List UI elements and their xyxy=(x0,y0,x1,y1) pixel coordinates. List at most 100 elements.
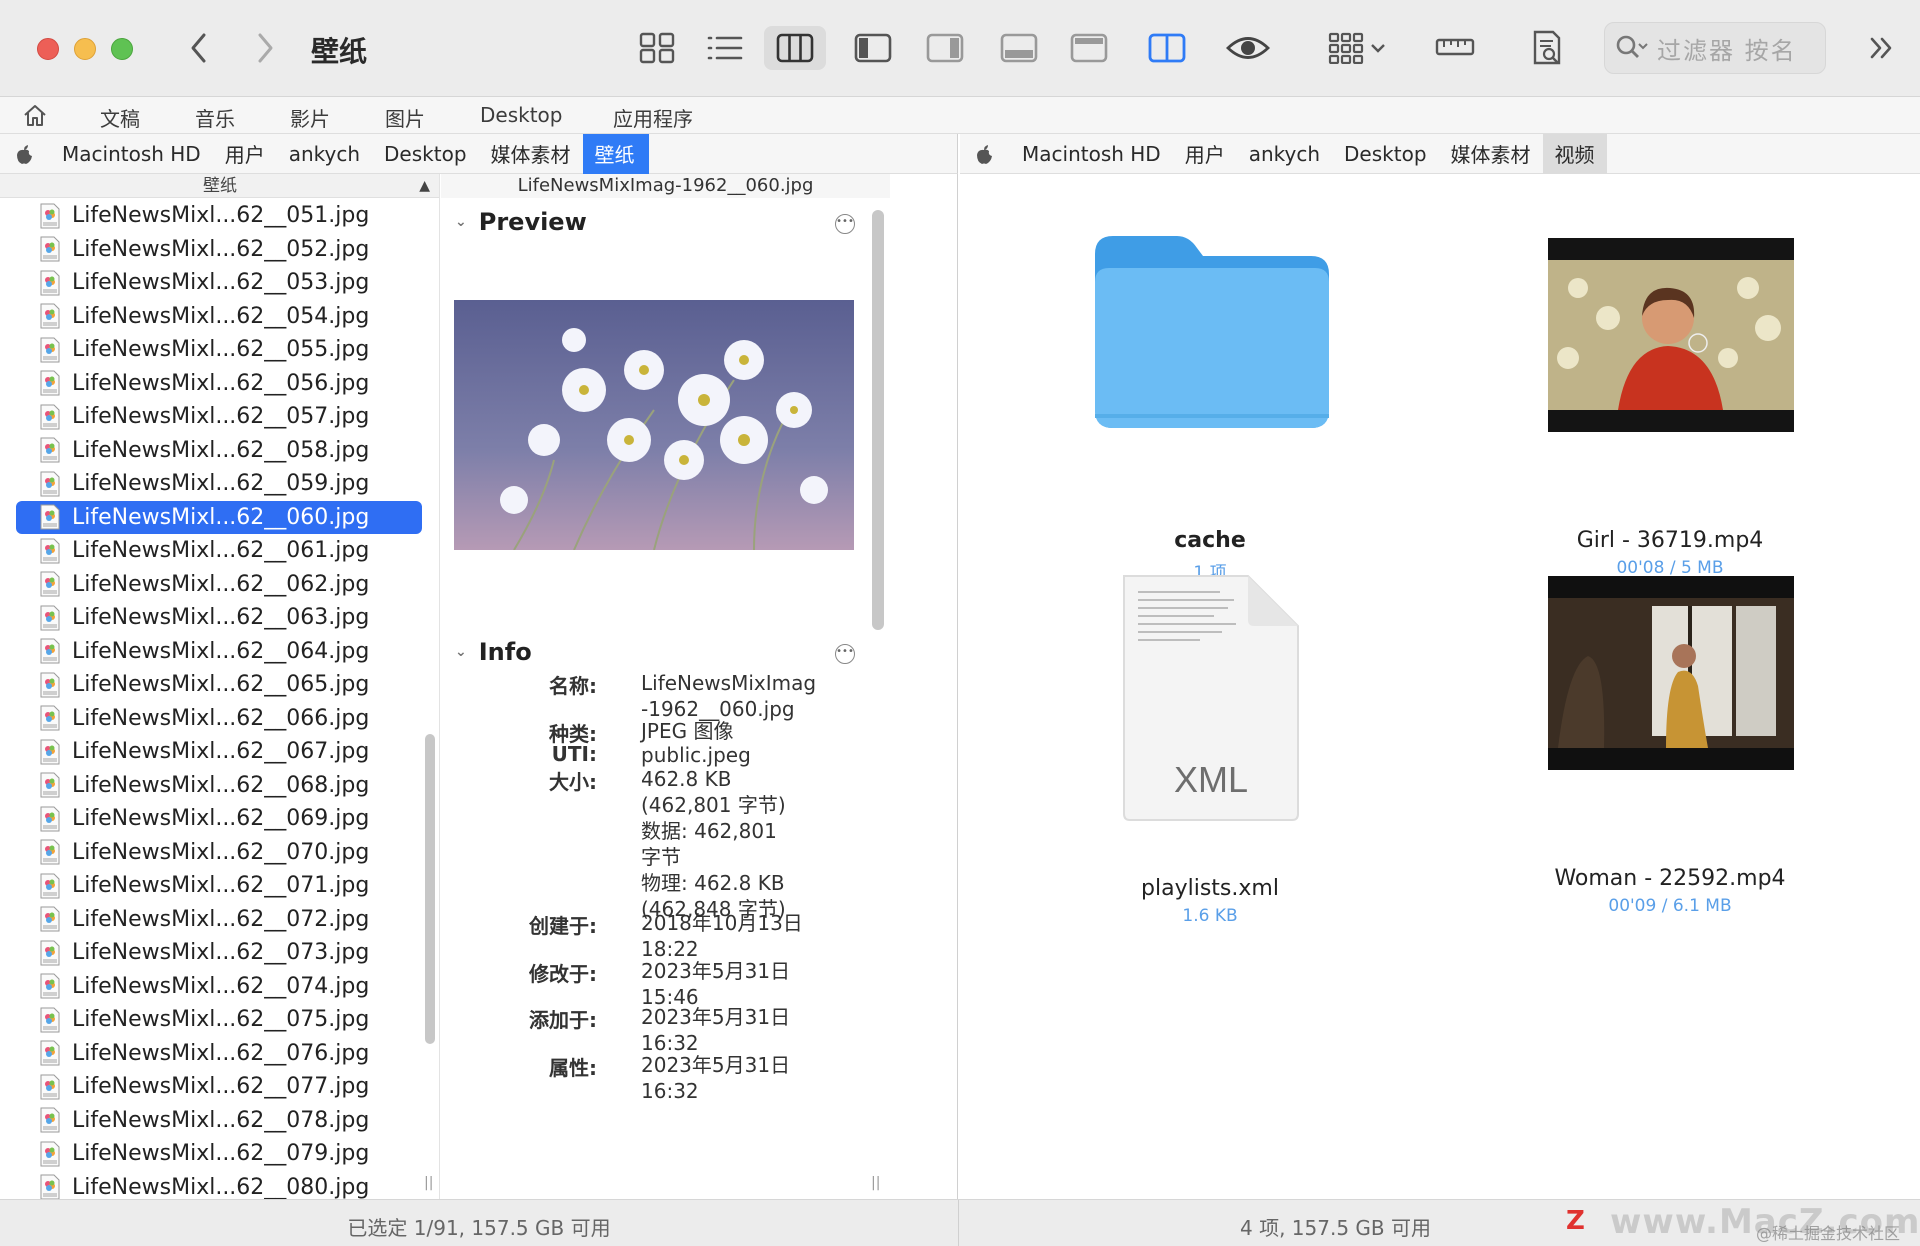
path-crumb[interactable]: Macintosh HD xyxy=(1010,134,1173,174)
forward-button[interactable] xyxy=(248,28,282,68)
file-row[interactable]: LifeNewsMixl...62__061.jpg xyxy=(0,534,439,568)
quick-look-button[interactable] xyxy=(1220,26,1276,70)
file-row[interactable]: LifeNewsMixl...62__080.jpg xyxy=(0,1171,439,1199)
path-crumb[interactable]: ankych xyxy=(277,134,372,174)
path-crumb[interactable]: Macintosh HD xyxy=(50,134,213,174)
dual-pane-button[interactable] xyxy=(1142,26,1192,70)
file-row[interactable]: LifeNewsMixl...62__078.jpg xyxy=(0,1104,439,1138)
close-window-button[interactable] xyxy=(37,38,59,60)
file-row[interactable]: LifeNewsMixl...62__067.jpg xyxy=(0,735,439,769)
top-panel-button[interactable] xyxy=(1064,26,1114,70)
toolbar-overflow-button[interactable] xyxy=(1862,26,1902,70)
file-row[interactable]: LifeNewsMixl...62__073.jpg xyxy=(0,936,439,970)
file-row[interactable]: LifeNewsMixl...62__075.jpg xyxy=(0,1003,439,1037)
file-row[interactable]: LifeNewsMixl...62__069.jpg xyxy=(0,802,439,836)
path-crumb[interactable]: 用户 xyxy=(1173,134,1237,174)
file-row[interactable]: LifeNewsMixl...62__057.jpg xyxy=(0,400,439,434)
jpeg-file-icon xyxy=(40,839,60,865)
size-button[interactable] xyxy=(1430,26,1480,70)
path-crumb[interactable]: 媒体素材 xyxy=(1439,134,1543,174)
document-search-icon xyxy=(1533,30,1561,65)
file-row[interactable]: LifeNewsMixl...62__076.jpg xyxy=(0,1037,439,1071)
favorites-bar: 文稿 音乐 影片 图片 Desktop 应用程序 xyxy=(0,97,1920,134)
column-view-button[interactable] xyxy=(764,26,826,70)
file-row[interactable]: LifeNewsMixl...62__070.jpg xyxy=(0,836,439,870)
info-inspect-button[interactable] xyxy=(1522,26,1572,70)
favorite-pictures[interactable]: 图片 xyxy=(385,103,425,132)
home-button[interactable] xyxy=(22,103,48,131)
jpeg-file-icon xyxy=(40,270,60,296)
icon-view-button[interactable] xyxy=(632,26,682,70)
zoom-window-button[interactable] xyxy=(111,38,133,60)
favorite-movies[interactable]: 影片 xyxy=(290,103,330,132)
more-options-icon[interactable]: ••• xyxy=(835,644,855,664)
list-icon xyxy=(707,36,743,60)
item-detail: 1.6 KB xyxy=(1182,906,1238,926)
folder-item[interactable]: cache 1 项 xyxy=(1080,224,1340,583)
file-row[interactable]: LifeNewsMixl...62__066.jpg xyxy=(0,702,439,736)
favorite-applications[interactable]: 应用程序 xyxy=(613,103,693,132)
jpeg-file-icon xyxy=(40,203,60,229)
preview-section-toggle[interactable]: ⌄ Preview xyxy=(455,208,587,236)
file-row-selected[interactable]: LifeNewsMixl...62__060.jpg xyxy=(16,500,422,534)
file-row[interactable]: LifeNewsMixl...62__059.jpg xyxy=(0,467,439,501)
back-button[interactable] xyxy=(182,28,216,68)
columns-icon xyxy=(776,33,814,63)
file-name: LifeNewsMixl...62__069.jpg xyxy=(72,806,370,832)
favorite-desktop[interactable]: Desktop xyxy=(480,103,562,127)
search-icon xyxy=(1616,35,1648,58)
search-filter-field[interactable]: 过滤器 按名 xyxy=(1604,22,1826,74)
file-name: LifeNewsMixl...62__057.jpg xyxy=(72,404,370,430)
jpeg-file-icon xyxy=(40,236,60,262)
file-row[interactable]: LifeNewsMixl...62__072.jpg xyxy=(0,903,439,937)
file-list-scrollbar[interactable] xyxy=(425,734,435,1044)
item-name: playlists.xml xyxy=(1141,876,1279,901)
xml-file-item[interactable]: XML playlists.xml 1.6 KB xyxy=(1080,574,1340,926)
bottom-panel-button[interactable] xyxy=(994,26,1044,70)
path-crumb[interactable]: ankych xyxy=(1237,134,1332,174)
file-row[interactable]: LifeNewsMixl...62__054.jpg xyxy=(0,300,439,334)
file-row[interactable]: LifeNewsMixl...62__064.jpg xyxy=(0,635,439,669)
info-key: 添加于: xyxy=(529,1008,597,1032)
minimize-window-button[interactable] xyxy=(74,38,96,60)
path-crumb[interactable]: 媒体素材 xyxy=(479,134,583,174)
path-crumb-current[interactable]: 视频 xyxy=(1542,133,1607,174)
video-item[interactable]: Woman - 22592.mp4 00'09 / 6.1 MB xyxy=(1520,574,1820,916)
column-header[interactable]: 壁纸 ▲ xyxy=(0,174,439,198)
path-crumb[interactable]: Desktop xyxy=(372,134,478,174)
file-row[interactable]: LifeNewsMixl...62__065.jpg xyxy=(0,668,439,702)
file-row[interactable]: LifeNewsMixl...62__079.jpg xyxy=(0,1137,439,1171)
file-row[interactable]: LifeNewsMixl...62__074.jpg xyxy=(0,970,439,1004)
file-row[interactable]: LifeNewsMixl...62__071.jpg xyxy=(0,869,439,903)
favorite-music[interactable]: 音乐 xyxy=(195,103,235,132)
path-crumb-current[interactable]: 壁纸 xyxy=(582,133,649,174)
path-crumb[interactable]: Desktop xyxy=(1332,134,1438,174)
file-row[interactable]: LifeNewsMixl...62__062.jpg xyxy=(0,568,439,602)
path-crumb[interactable]: 用户 xyxy=(213,134,277,174)
file-row[interactable]: LifeNewsMixl...62__063.jpg xyxy=(0,601,439,635)
column-resize-handle[interactable]: || xyxy=(871,1175,880,1191)
info-key: 属性: xyxy=(549,1056,597,1080)
video-item[interactable]: Girl - 36719.mp4 00'08 / 5 MB xyxy=(1520,224,1820,578)
file-row[interactable]: LifeNewsMixl...62__056.jpg xyxy=(0,367,439,401)
chevron-down-icon xyxy=(1371,44,1385,53)
sidebar-toggle-button[interactable] xyxy=(848,26,898,70)
file-row[interactable]: LifeNewsMixl...62__068.jpg xyxy=(0,769,439,803)
column-resize-handle[interactable]: || xyxy=(424,1175,433,1191)
inspector-toggle-button[interactable] xyxy=(920,26,970,70)
file-row[interactable]: LifeNewsMixl...62__058.jpg xyxy=(0,434,439,468)
file-row[interactable]: LifeNewsMixl...62__055.jpg xyxy=(0,333,439,367)
file-row[interactable]: LifeNewsMixl...62__052.jpg xyxy=(0,233,439,267)
jpeg-file-icon xyxy=(40,1040,60,1066)
favorite-documents[interactable]: 文稿 xyxy=(100,103,140,132)
file-row[interactable]: LifeNewsMixl...62__053.jpg xyxy=(0,266,439,300)
list-view-button[interactable] xyxy=(700,26,750,70)
file-name: LifeNewsMixl...62__072.jpg xyxy=(72,906,370,932)
info-section-toggle[interactable]: ⌄ Info xyxy=(455,638,532,666)
file-row[interactable]: LifeNewsMixl...62__051.jpg xyxy=(0,199,439,233)
group-by-button[interactable] xyxy=(1324,26,1390,70)
file-row[interactable]: LifeNewsMixl...62__077.jpg xyxy=(0,1070,439,1104)
more-options-icon[interactable]: ••• xyxy=(835,214,855,234)
jpeg-file-icon xyxy=(40,437,60,463)
preview-scrollbar[interactable] xyxy=(872,210,884,630)
